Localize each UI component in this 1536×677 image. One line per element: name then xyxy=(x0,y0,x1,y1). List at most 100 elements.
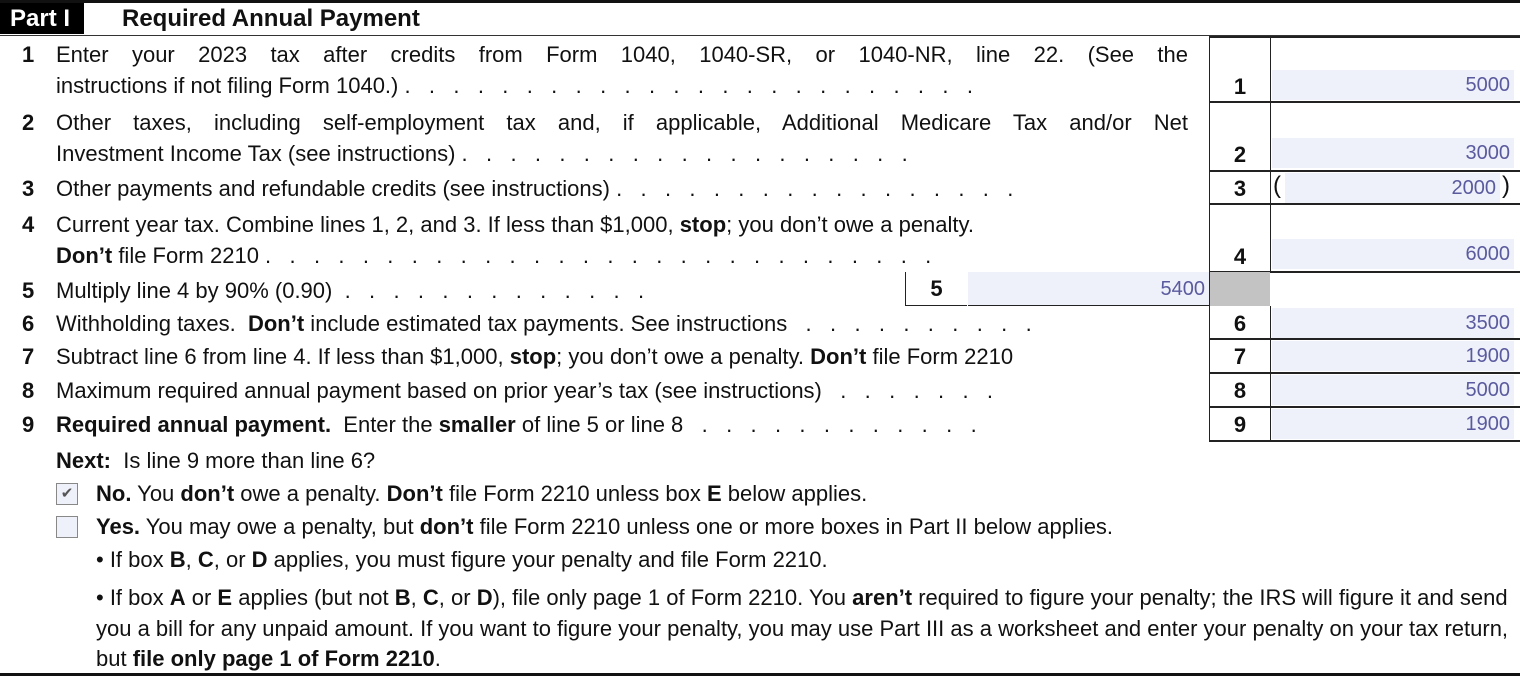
text-seg-bold: aren’t xyxy=(852,585,913,610)
text-seg: owe a penalty. xyxy=(234,481,387,506)
box-label-4: 4 xyxy=(1233,244,1247,269)
line-1-amount[interactable]: 5000 xyxy=(1272,70,1514,100)
text-seg: file Form 2210 xyxy=(866,344,1014,369)
text-seg: applies (but not xyxy=(232,585,395,610)
text-seg-bold: stop xyxy=(679,212,727,237)
line-7-amount[interactable]: 1900 xyxy=(1272,341,1514,371)
line-6-amount[interactable]: 3500 xyxy=(1272,308,1514,338)
line-6: 6 Withholding taxes. Don’t include estim… xyxy=(0,309,1210,339)
line-text: Don’t file Form 2210 . . . . . . . . . .… xyxy=(56,241,1210,271)
text-seg-bold: D xyxy=(251,547,268,572)
line-text: Withholding taxes. Don’t include estimat… xyxy=(56,309,1210,339)
leader-dots: . . . . . . . . . . . . . . . . . . . . … xyxy=(258,243,932,268)
line-text: Current year tax. Combine lines 1, 2, an… xyxy=(56,210,1210,240)
text-seg: Subtract line 6 from line 4. If less tha… xyxy=(56,344,510,369)
bullet-2: • If box A or E applies (but not B, C, o… xyxy=(96,583,1516,675)
leader-dots: . . . . . . . . . . . . . xyxy=(332,278,645,303)
text-seg: , or xyxy=(438,585,477,610)
line-9-amount[interactable]: 1900 xyxy=(1272,409,1514,439)
line-text: Subtract line 6 from line 4. If less tha… xyxy=(56,342,1210,372)
part-tag: Part I xyxy=(0,3,84,34)
text-seg: file Form 2210 xyxy=(112,243,259,268)
next-question-text: Is line 9 more than line 6? xyxy=(111,448,376,473)
text-seg-bold: A xyxy=(169,585,186,610)
line-number: 8 xyxy=(22,378,35,403)
line-text: Investment Income Tax (see instructions)… xyxy=(56,139,1210,169)
text-seg-bold: Don’t xyxy=(247,311,305,336)
checkbox-no[interactable]: ✔ xyxy=(56,483,78,505)
text-seg: include estimated tax payments. See inst… xyxy=(304,311,788,336)
text-seg-bold: Don’t xyxy=(386,481,443,506)
text-seg-bold: Don’t xyxy=(810,344,867,369)
text-seg-bold: don’t xyxy=(419,514,474,539)
text-seg: below applies. xyxy=(721,481,868,506)
text-seg: ), file only page 1 of Form 2210. You xyxy=(492,585,853,610)
line-number: 5 xyxy=(22,278,35,303)
text-seg: file Form 2210 unless box xyxy=(442,481,707,506)
next-question: Next: Is line 9 more than line 6? xyxy=(56,446,375,476)
line-3: 3 Other payments and refundable credits … xyxy=(0,174,1210,204)
line-number: 7 xyxy=(22,344,35,369)
row-divider xyxy=(1209,36,1520,38)
part-header: Part I Required Annual Payment xyxy=(0,0,1520,36)
box-label-9: 9 xyxy=(1233,412,1247,437)
row-divider xyxy=(1209,406,1520,408)
line-text: Multiply line 4 by 90% (0.90) . . . . . … xyxy=(56,276,905,306)
line-8-amount[interactable]: 5000 xyxy=(1272,375,1514,405)
line-3-amount[interactable]: 2000 xyxy=(1285,173,1500,203)
leader-dots: . . . . . . . xyxy=(821,378,994,403)
line-1: 1 Enter your 2023 tax after credits from… xyxy=(0,40,1210,102)
text-seg: You may owe a penalty, but xyxy=(140,514,420,539)
line-4: 4 Current year tax. Combine lines 1, 2, … xyxy=(0,210,1210,272)
text-seg: You xyxy=(131,481,181,506)
row-divider xyxy=(1209,170,1520,172)
line-text: Maximum required annual payment based on… xyxy=(56,376,1210,406)
line-number: 1 xyxy=(22,42,35,67)
close-paren: ) xyxy=(1502,172,1510,199)
line-5: 5 Multiply line 4 by 90% (0.90) . . . . … xyxy=(0,276,905,306)
text-seg-bold: Required annual payment. xyxy=(56,412,332,437)
text-seg-bold: Yes. xyxy=(96,514,141,539)
checkbox-yes[interactable] xyxy=(56,516,78,538)
line-2-amount[interactable]: 3000 xyxy=(1272,138,1514,168)
text-seg-bold: B xyxy=(169,547,186,572)
text-seg: • If box xyxy=(96,547,170,572)
leader-dots: . . . . . . . . . . . . . . . . . xyxy=(609,176,1014,201)
line-text: Other payments and refundable credits (s… xyxy=(56,174,1210,204)
text-seg-bold: file only page 1 of Form 2210 xyxy=(132,646,435,671)
text-seg: file Form 2210 unless one or more boxes … xyxy=(473,514,1114,539)
text-seg-bold: E xyxy=(706,481,722,506)
line-text-main: Other payments and refundable credits (s… xyxy=(56,176,610,201)
line-text-cont: instructions if not filing Form 1040.) xyxy=(56,73,399,98)
box-label-2: 2 xyxy=(1233,142,1247,167)
text-seg-bold: D xyxy=(476,585,493,610)
text-seg: Current year tax. Combine lines 1, 2, an… xyxy=(56,212,680,237)
line-text: Enter your 2023 tax after credits from F… xyxy=(56,42,1188,67)
text-seg: • If box xyxy=(96,585,170,610)
option-no-text: No. You don’t owe a penalty. Don’t file … xyxy=(96,479,867,509)
text-seg-bold: don’t xyxy=(180,481,235,506)
row-divider xyxy=(1209,372,1520,374)
text-seg-bold: Don’t xyxy=(56,243,113,268)
text-seg: or xyxy=(185,585,218,610)
line-9: 9 Required annual payment. Enter the sma… xyxy=(0,410,1210,440)
line-5-amount[interactable]: 5400 xyxy=(968,272,1209,306)
line-4-amount[interactable]: 6000 xyxy=(1272,239,1514,269)
line-number: 3 xyxy=(22,176,35,201)
text-seg-bold: No. xyxy=(96,481,132,506)
line-number: 4 xyxy=(22,212,35,237)
option-yes-text: Yes. You may owe a penalty, but don’t fi… xyxy=(96,512,1113,542)
box-label-8: 8 xyxy=(1233,378,1247,403)
line-text-cont: Investment Income Tax (see instructions) xyxy=(56,141,456,166)
box-label-5: 5 xyxy=(905,272,967,306)
text-seg-bold: E xyxy=(217,585,233,610)
text-seg: Withholding taxes. xyxy=(56,311,248,336)
bullet-1: • If box B, C, or D applies, you must fi… xyxy=(96,545,828,575)
line-text-main: Maximum required annual payment based on… xyxy=(56,378,822,403)
text-seg: of line 5 or line 8 xyxy=(515,412,684,437)
text-seg-bold: C xyxy=(422,585,439,610)
box-label-3: 3 xyxy=(1233,176,1247,201)
leader-dots: . . . . . . . . . . . . . . . . . . . xyxy=(455,141,908,166)
line-text: Other taxes, including self-employment t… xyxy=(56,110,1188,135)
text-seg: , xyxy=(410,585,423,610)
